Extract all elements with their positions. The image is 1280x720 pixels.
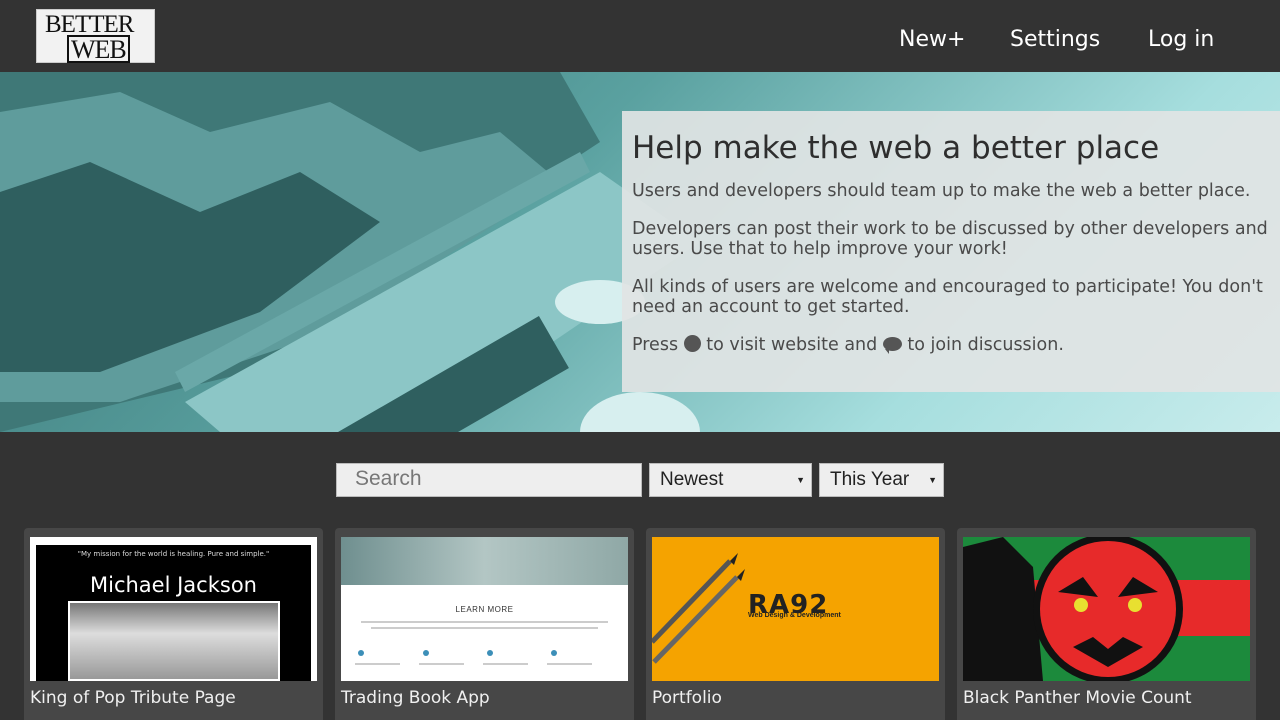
hero-paragraph-3: All kinds of users are welcome and encou… xyxy=(632,277,1263,317)
thumbnail-text-line xyxy=(355,663,400,665)
chevron-down-icon: ▼ xyxy=(928,475,937,485)
hero-paragraph-1: Users and developers should team up to m… xyxy=(632,181,1251,201)
nav-login-link[interactable]: Log in xyxy=(1148,26,1214,54)
globe-icon xyxy=(683,335,701,352)
thumbnail-dark-panel: "My mission for the world is healing. Pu… xyxy=(36,545,311,681)
panther-illustration xyxy=(963,537,1183,681)
nav-settings-link[interactable]: Settings xyxy=(1010,26,1100,54)
search-input[interactable]: Search xyxy=(336,463,642,497)
feature-icon xyxy=(487,650,493,656)
thumbnail-text-line xyxy=(483,663,528,665)
portfolio-subtitle: Web Design & Development xyxy=(748,612,841,619)
project-thumbnail[interactable]: LEARN MORE xyxy=(341,537,628,681)
comment-icon xyxy=(882,337,902,354)
time-range-select[interactable]: This Year ▼ xyxy=(819,463,944,497)
top-navbar: BETTER WEB New+ Settings Log in xyxy=(0,0,1280,72)
thumbnail-text-line xyxy=(361,621,608,623)
project-title[interactable]: Trading Book App xyxy=(341,688,490,708)
hero-info-card: Help make the web a better place Users a… xyxy=(622,111,1280,392)
project-title[interactable]: Portfolio xyxy=(652,688,722,708)
project-thumbnail[interactable]: "My mission for the world is healing. Pu… xyxy=(30,537,317,681)
project-card[interactable]: RA92 Web Design & Development Portfolio xyxy=(646,528,945,720)
feature-icon xyxy=(551,650,557,656)
nav-new-link[interactable]: New+ xyxy=(899,26,965,54)
hero-banner: Help make the web a better place Users a… xyxy=(0,72,1280,432)
project-thumbnail[interactable]: RA92 Web Design & Development xyxy=(652,537,939,681)
hero-p4-after: to join discussion. xyxy=(907,335,1064,355)
thumbnail-banner xyxy=(341,537,628,585)
project-card[interactable]: LEARN MORE Trading Book App xyxy=(335,528,634,720)
site-logo[interactable]: BETTER WEB xyxy=(36,9,155,63)
project-title[interactable]: King of Pop Tribute Page xyxy=(30,688,236,708)
sort-select[interactable]: Newest ▼ xyxy=(649,463,812,497)
feature-icon xyxy=(358,650,364,656)
thumbnail-photo xyxy=(68,601,280,681)
project-thumbnail[interactable] xyxy=(963,537,1250,681)
sort-select-value: Newest xyxy=(660,469,724,490)
feature-icon xyxy=(423,650,429,656)
hero-title: Help make the web a better place xyxy=(632,130,1160,166)
project-card[interactable]: "My mission for the world is healing. Pu… xyxy=(24,528,323,720)
thumbnail-heading: Michael Jackson xyxy=(90,573,257,597)
hero-paragraph-4: Press to visit website and to join discu… xyxy=(632,335,1270,355)
time-range-select-value: This Year xyxy=(830,469,910,490)
hero-p4-before: Press xyxy=(632,335,679,355)
project-title[interactable]: Black Panther Movie Count xyxy=(963,688,1192,708)
chevron-down-icon: ▼ xyxy=(796,475,805,485)
thumbnail-text-line xyxy=(419,663,464,665)
logo-text-bottom: WEB xyxy=(67,35,130,63)
thumbnail-text-line xyxy=(371,627,598,629)
thumbnail-quote: "My mission for the world is healing. Pu… xyxy=(77,550,270,558)
hero-paragraph-2: Developers can post their work to be dis… xyxy=(632,219,1268,259)
thumbnail-heading: LEARN MORE xyxy=(455,605,514,614)
thumbnail-text-line xyxy=(547,663,592,665)
project-card[interactable]: Black Panther Movie Count xyxy=(957,528,1256,720)
hero-p4-mid: to visit website and xyxy=(706,335,878,355)
